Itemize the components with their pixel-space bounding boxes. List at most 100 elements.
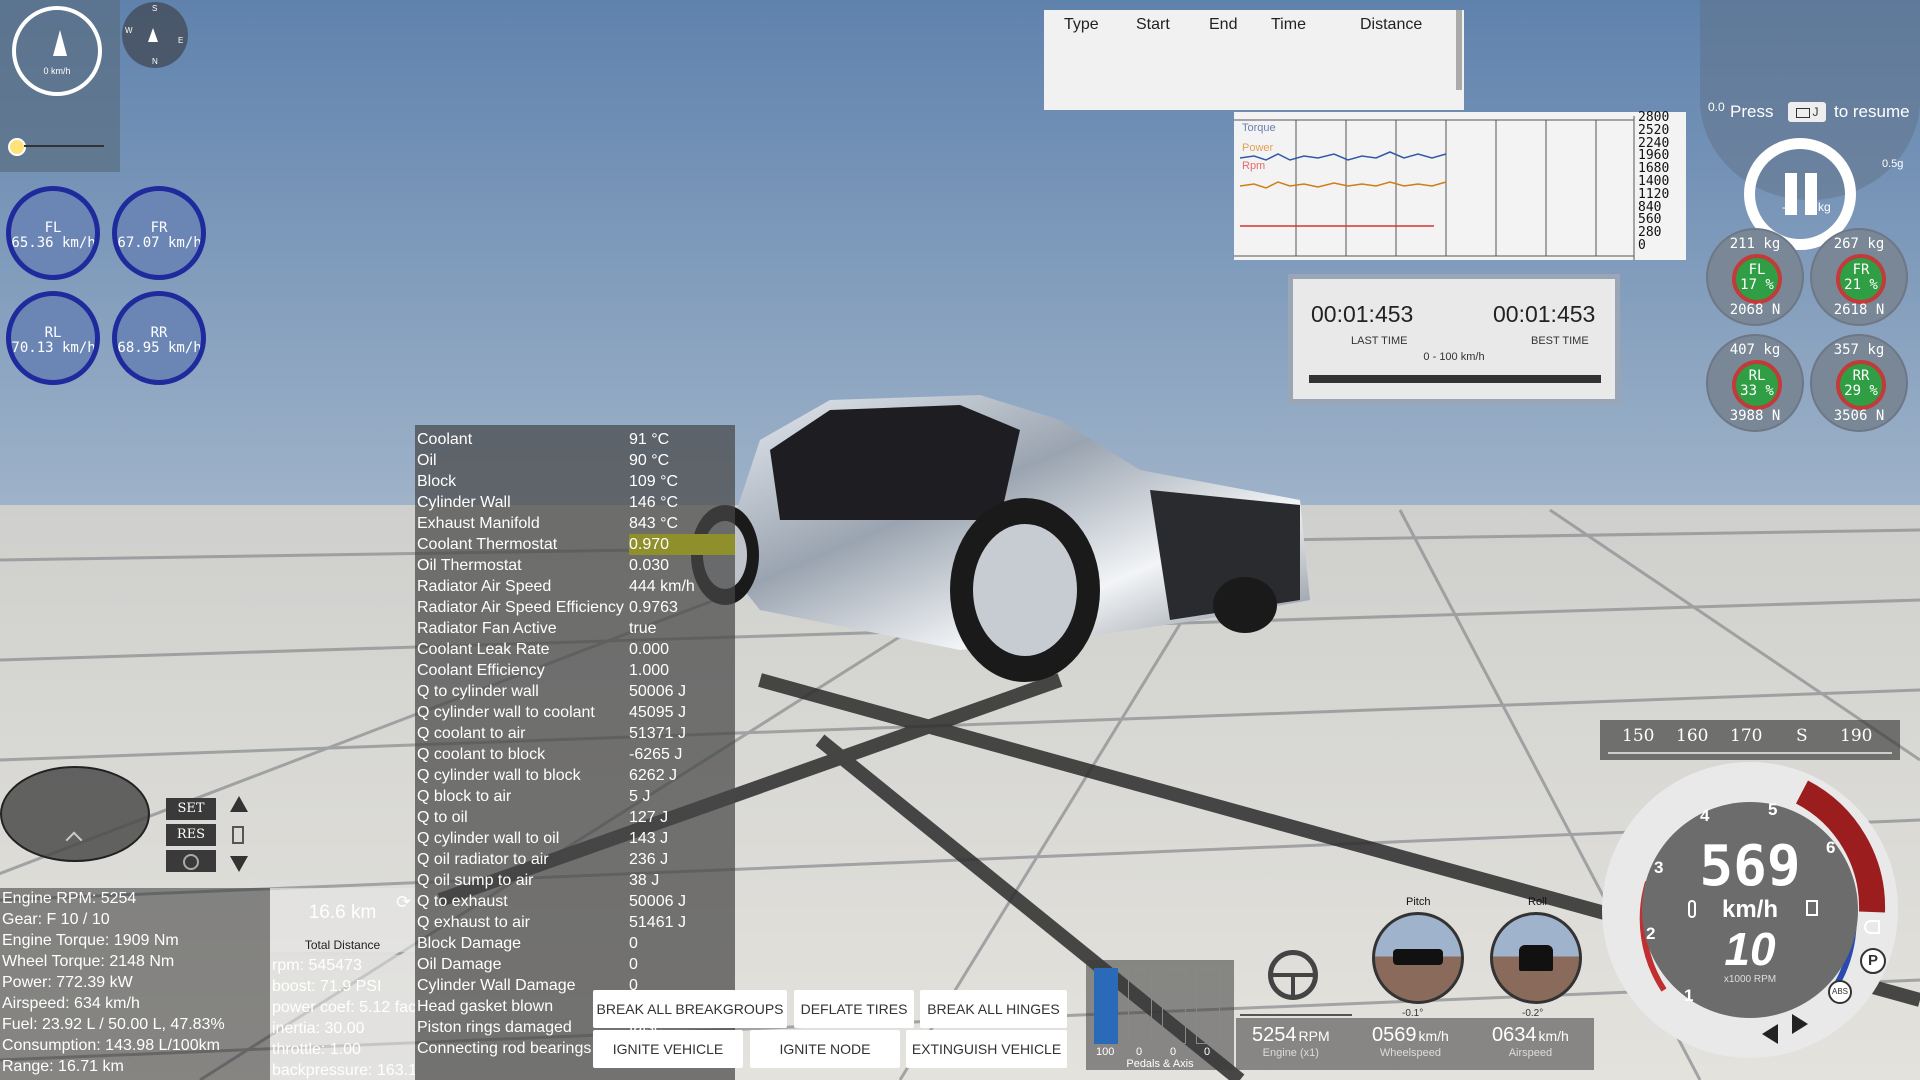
minimap-slider-handle[interactable] — [8, 138, 26, 156]
thermal-value: 236 J — [629, 851, 669, 868]
heading-tape: 150 160 170 S 190 — [1600, 720, 1900, 760]
readout-wheelspeed: 0569 km/h Wheelspeed — [1372, 1024, 1449, 1059]
pedal-parking-bar — [1196, 968, 1220, 1044]
graph-legend-rpm: Rpm — [1242, 160, 1266, 172]
thermal-label: Radiator Fan Active — [417, 620, 557, 637]
north-arrow-icon — [53, 30, 67, 56]
graph-legend-torque: Torque — [1242, 122, 1276, 134]
speed-value: 569 — [1699, 834, 1801, 899]
drive-info-line: Gear: F 10 / 10 — [2, 911, 110, 928]
thermal-row: Block 109 °C — [417, 471, 733, 492]
thermal-value: 38 J — [629, 872, 660, 889]
laps-header-row: Type Start End Time Distance — [1044, 16, 1444, 40]
pedals-label: Pedals & Axis — [1126, 1058, 1194, 1070]
heading-tick-150: 150 — [1622, 726, 1655, 746]
thermal-value: 90 °C — [629, 452, 670, 469]
thermal-row: Q to cylinder wall 50006 J — [417, 681, 733, 702]
rpm-scale-6: 6 — [1826, 838, 1836, 857]
graph-plot — [1234, 116, 1635, 260]
thermal-label: Coolant Leak Rate — [417, 641, 550, 658]
laps-header-distance: Distance — [1360, 16, 1423, 33]
drive-info-line: Consumption: 143.98 L/100km — [2, 1037, 220, 1054]
thermal-value: 0.970 — [629, 534, 735, 555]
parking-brake-icon[interactable]: P — [1860, 948, 1886, 974]
thermal-label: Radiator Air Speed Efficiency — [417, 599, 624, 616]
thermal-label: Q exhaust to air — [417, 914, 530, 931]
compass-arrow-icon — [148, 28, 158, 42]
pause-key-badge: J — [1788, 102, 1826, 122]
drive-info-line: Engine Torque: 1909 Nm — [2, 932, 179, 949]
extinguish-vehicle-button[interactable]: EXTINGUISH VEHICLE — [906, 1030, 1067, 1068]
ignite-vehicle-button[interactable]: IGNITE VEHICLE — [593, 1030, 743, 1068]
thermal-row: Coolant 91 °C — [417, 429, 733, 450]
pause-partial-kg: kg — [1818, 200, 1831, 214]
left-signal-icon — [1762, 1024, 1778, 1044]
pause-press: Press — [1730, 102, 1774, 121]
thermal-label: Oil Thermostat — [417, 557, 522, 574]
drive-info-line: Engine RPM: 5254 — [2, 890, 137, 907]
trip-panel: 16.6 km Total Distance ⟳ — [270, 888, 415, 952]
cruise-limit-button[interactable] — [166, 850, 216, 872]
laps-scrollbar[interactable] — [1456, 10, 1462, 90]
thermal-label: Q coolant to block — [417, 746, 546, 763]
rpm-scale-3: 3 — [1654, 858, 1664, 877]
wheel-speed-fr: FR 567.07 km/h — [112, 186, 206, 280]
fuel-pump-icon — [1806, 900, 1818, 916]
cruise-set-button[interactable]: SET — [166, 798, 216, 820]
speedometer: 569 km/h 10 x1000 RPM 1 2 3 4 5 6 P ABS — [1602, 762, 1898, 1058]
pedal-value-3: 0 — [1170, 1046, 1177, 1058]
pitch-gauge — [1372, 912, 1464, 1004]
pitch-label: Pitch — [1406, 896, 1431, 908]
break-hinges-button[interactable]: BREAK ALL HINGES — [920, 990, 1067, 1028]
pause-partial-mid: -0. — [1782, 200, 1797, 214]
thermal-row: Q exhaust to air 51461 J — [417, 912, 733, 933]
thermal-row: Q to exhaust 50006 J — [417, 891, 733, 912]
engine-info-line: backpressure: 163.1 — [272, 1062, 415, 1079]
timer-progress-bar — [1309, 375, 1601, 383]
reset-trip-icon[interactable]: ⟳ — [396, 892, 411, 913]
rpm-scale-5: 5 — [1768, 800, 1778, 819]
heading-tick-170: 170 — [1730, 726, 1763, 746]
pedals-panel: 100 0 0 0 Pedals & Axis — [1086, 960, 1234, 1070]
engine-info-line: throttle: 1.00 — [272, 1041, 361, 1058]
heading-tick-s: S — [1796, 726, 1808, 746]
thermal-row: Exhaust Manifold 843 °C — [417, 513, 733, 534]
thermal-label: Cylinder Wall Damage — [417, 977, 576, 994]
engine-info-line: rpm: 545473 — [272, 957, 362, 974]
thermal-row: Oil Damage 0 — [417, 954, 733, 975]
torque-power-graph: Torque Power Rpm 2800 2520 2240 1960 1680 140… — [1234, 111, 1686, 260]
thermal-value: 91 °C — [629, 431, 670, 448]
mini-compass: S W E N — [122, 2, 188, 68]
thermal-value: 143 J — [629, 830, 669, 847]
chevron-up-icon — [65, 831, 83, 849]
cruise-down-arrow-icon[interactable] — [230, 856, 248, 872]
ignite-node-button[interactable]: IGNITE NODE — [750, 1030, 900, 1068]
drive-info-line: Range: 16.71 km — [2, 1058, 124, 1075]
thermal-label: Radiator Air Speed — [417, 578, 552, 595]
thermal-row: Cylinder Wall 146 °C — [417, 492, 733, 513]
thermal-row: Q cylinder wall to coolant 45095 J — [417, 702, 733, 723]
cruise-up-arrow-icon[interactable] — [230, 796, 248, 812]
timer-mode: 0 - 100 km/h — [1423, 351, 1485, 363]
deflate-tires-button[interactable]: DEFLATE TIRES — [794, 990, 914, 1028]
thermal-label: Piston rings damaged — [417, 1019, 572, 1036]
thermal-value: 0.000 — [629, 641, 670, 658]
break-breakgroups-button[interactable]: BREAK ALL BREAKGROUPS — [593, 990, 787, 1028]
thermal-debug-panel: Coolant 91 °C Oil 90 °C Block 109 °C Cylinder … — [415, 425, 735, 1080]
speed-limit-icon — [183, 853, 199, 870]
thermal-value: 5 J — [629, 788, 651, 805]
thermal-value: 0 — [629, 935, 638, 952]
thermal-value: true — [629, 620, 657, 637]
laps-header-end: End — [1209, 16, 1238, 33]
thermal-value: 444 km/h — [629, 578, 695, 595]
vehicle-side-icon — [1393, 949, 1443, 965]
thermal-row: Q cylinder wall to oil 143 J — [417, 828, 733, 849]
thermal-row: Q oil radiator to air 236 J — [417, 849, 733, 870]
rpm-unit: x1000 RPM — [1723, 974, 1777, 985]
cruise-res-button[interactable]: RES — [166, 824, 216, 846]
cruise-toggle-icon[interactable] — [232, 826, 244, 844]
thermal-value: 6262 J — [629, 767, 678, 784]
thermal-row: Radiator Fan Active true — [417, 618, 733, 639]
wheel-speed-fl: FL 565.36 km/h — [6, 186, 100, 280]
headlight-icon — [1864, 920, 1880, 934]
